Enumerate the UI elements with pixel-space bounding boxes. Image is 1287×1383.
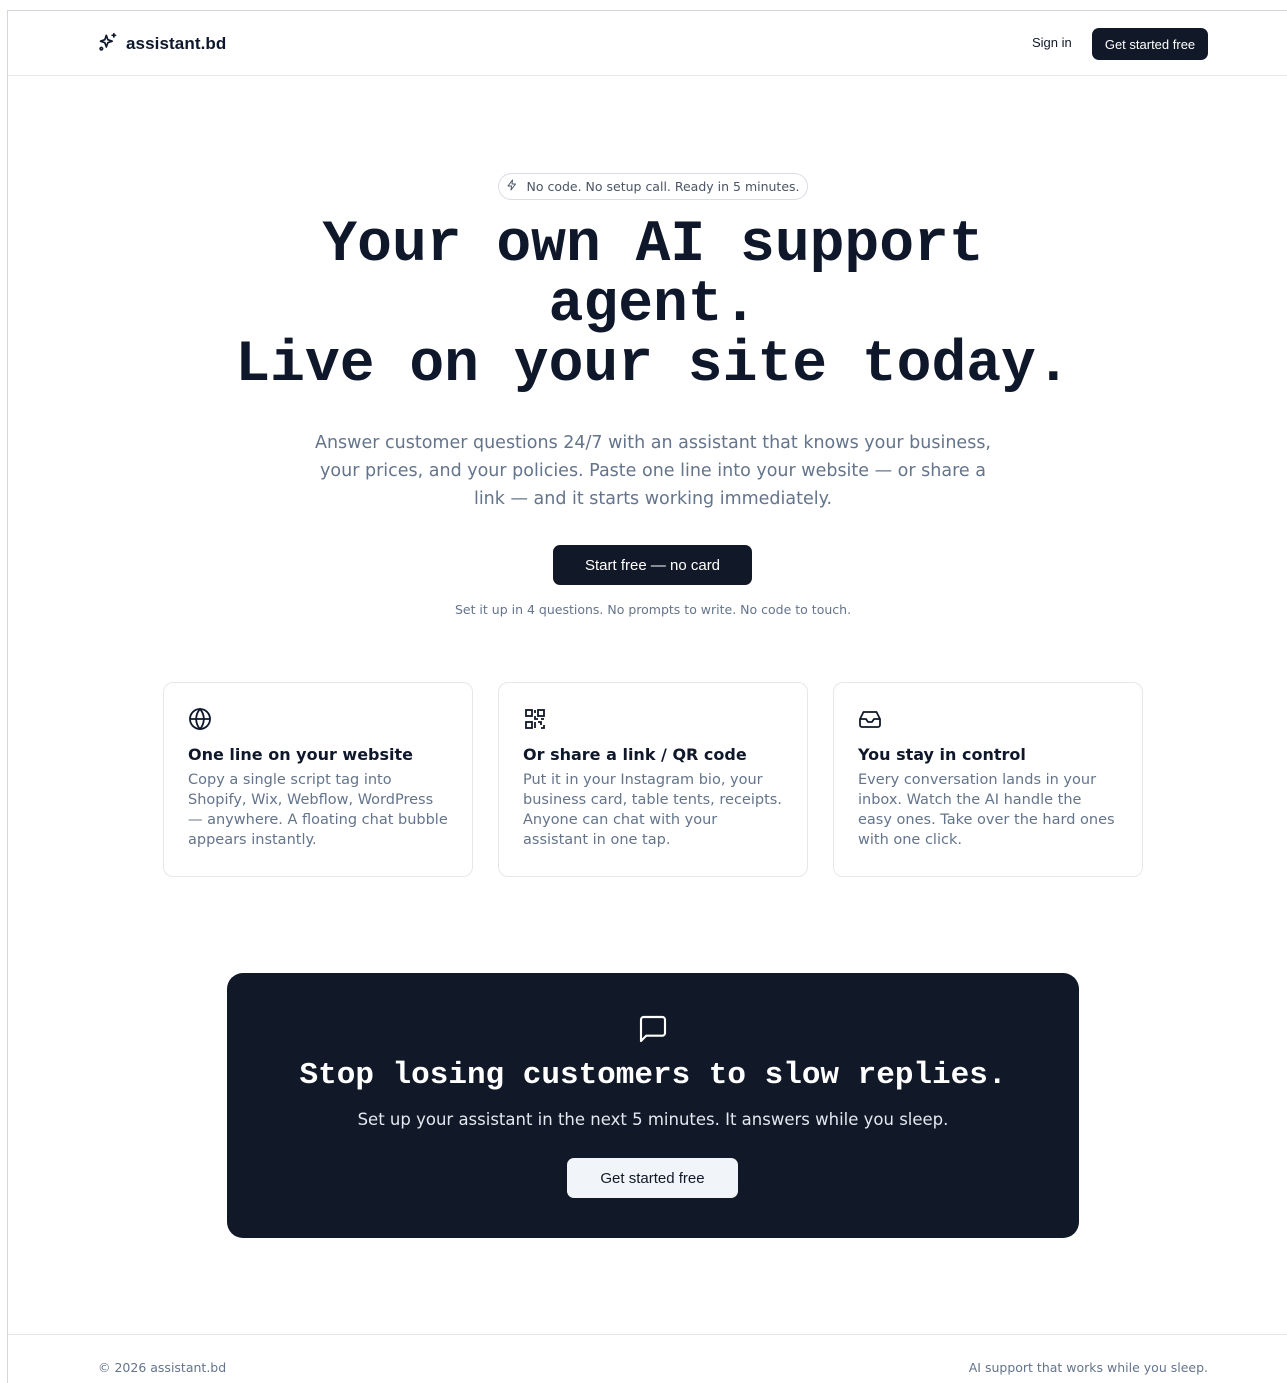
feature-body: Put it in your Instagram bio, your busin… bbox=[523, 772, 782, 848]
cta-get-started-button[interactable]: Get started free bbox=[567, 1158, 738, 1198]
cta-subtitle: Set up your assistant in the next 5 minu… bbox=[357, 1110, 949, 1129]
hero-subtitle: Answer customer questions 24/7 with an a… bbox=[314, 433, 991, 509]
feature-title: Or share a link / QR code bbox=[523, 745, 747, 764]
hero-title: Your own AI support agent. Live on your … bbox=[8, 216, 1287, 396]
site-footer: © 2026 assistant.bd AI support that work… bbox=[8, 1334, 1287, 1383]
logo[interactable]: assistant.bd bbox=[98, 32, 226, 56]
hero-note: Set it up in 4 questions. No prompts to … bbox=[454, 602, 852, 617]
cta-banner: Stop losing customers to slow replies. S… bbox=[227, 973, 1079, 1238]
start-free-button[interactable]: Start free — no card bbox=[553, 545, 752, 585]
sign-in-link[interactable]: Sign in bbox=[1032, 35, 1072, 50]
sparkles-icon bbox=[98, 32, 118, 56]
hero-title-line-3: Live on your site today. bbox=[235, 333, 1071, 398]
feature-body: Copy a single script tag into Shopify, W… bbox=[188, 772, 448, 848]
message-square-icon bbox=[637, 1013, 669, 1049]
hero-title-line-2: agent. bbox=[548, 273, 758, 338]
feature-body: Every conversation lands in your inbox. … bbox=[858, 772, 1115, 848]
logo-text: assistant.bd bbox=[126, 34, 227, 53]
page: assistant.bd Sign in Get started free No… bbox=[7, 10, 1287, 1383]
hero-title-line-1: Your own AI support bbox=[322, 213, 984, 278]
feature-card-qr: Or share a link / QR code Put it in your… bbox=[498, 682, 808, 877]
copyright: © 2026 assistant.bd bbox=[98, 1360, 227, 1375]
feature-card-control: You stay in control Every conversation l… bbox=[833, 682, 1143, 877]
cta-title: Stop losing customers to slow replies. bbox=[299, 1058, 1007, 1093]
feature-title: One line on your website bbox=[188, 745, 414, 764]
get-started-button[interactable]: Get started free bbox=[1092, 28, 1208, 60]
inbox-icon bbox=[858, 707, 884, 733]
footer-tagline: AI support that works while you sleep. bbox=[968, 1360, 1208, 1375]
hero-badge: No code. No setup call. Ready in 5 minut… bbox=[498, 173, 808, 200]
qr-code-icon bbox=[523, 707, 549, 733]
zap-icon bbox=[506, 179, 518, 194]
feature-card-website: One line on your website Copy a single s… bbox=[163, 682, 473, 877]
hero-badge-text: No code. No setup call. Ready in 5 minut… bbox=[526, 179, 800, 194]
globe-icon bbox=[188, 707, 214, 733]
feature-title: You stay in control bbox=[858, 745, 1026, 764]
site-header: assistant.bd Sign in Get started free bbox=[8, 11, 1287, 76]
